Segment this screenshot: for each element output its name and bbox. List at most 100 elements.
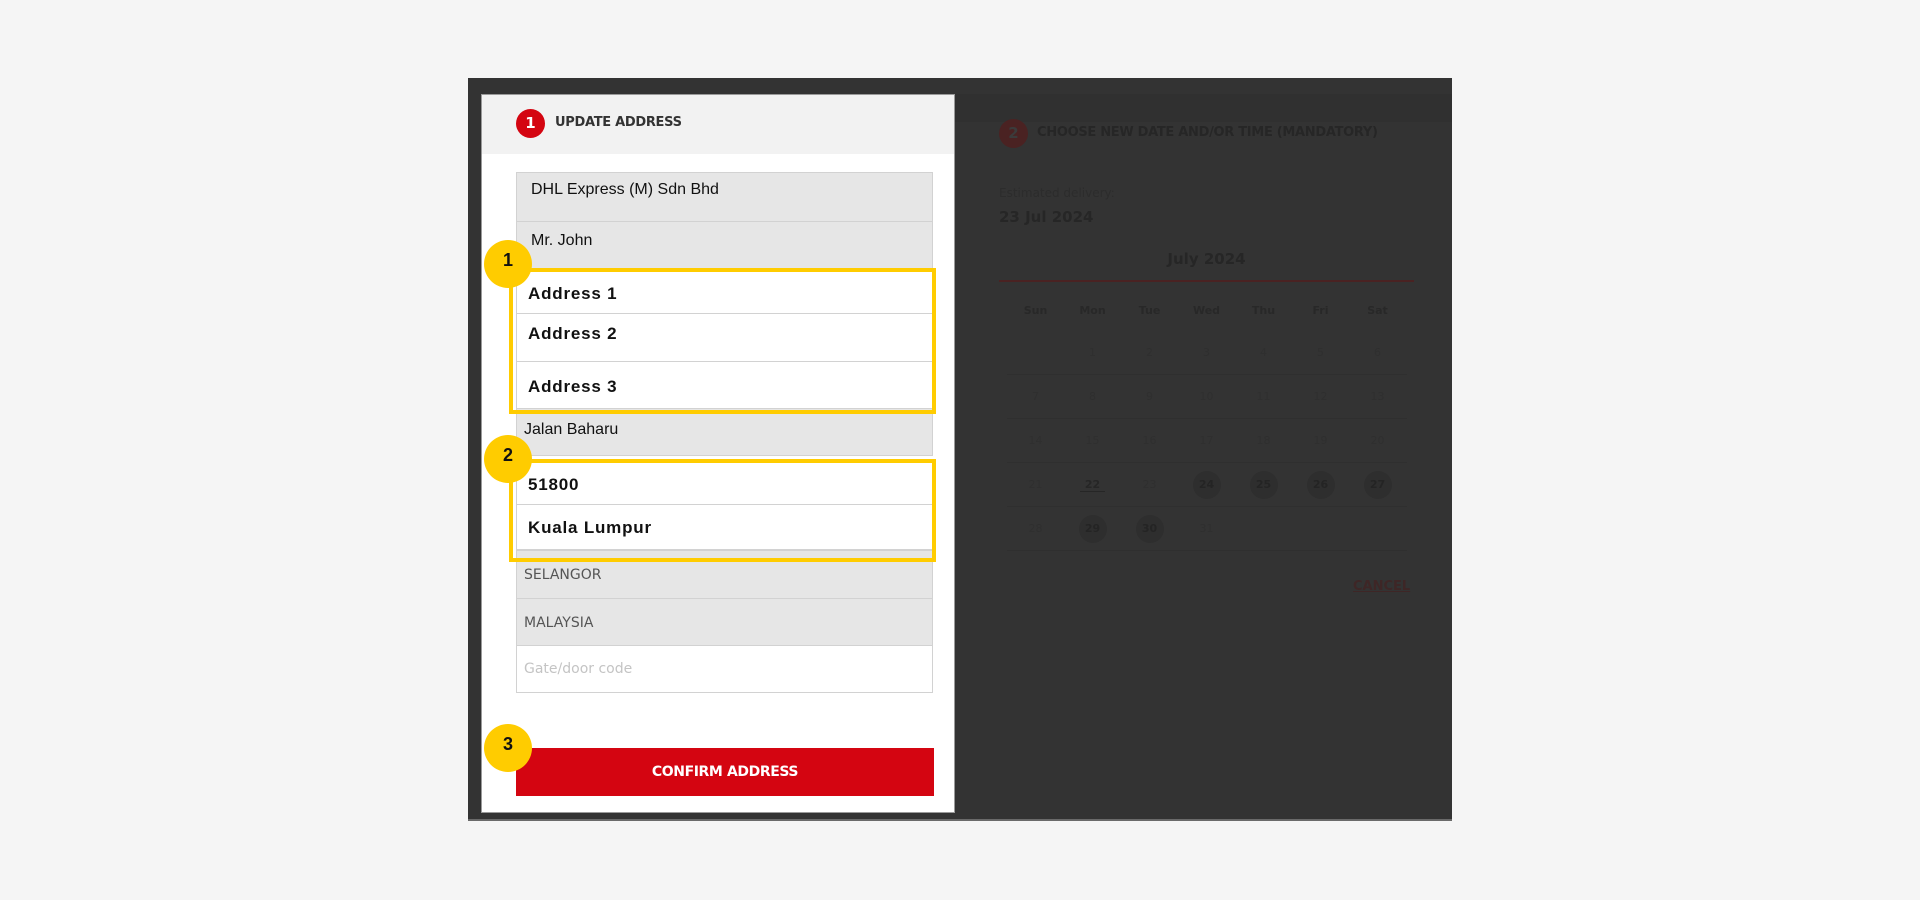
calendar-day[interactable]: 26 bbox=[1292, 470, 1349, 499]
calendar-day: 20 bbox=[1349, 427, 1406, 455]
calendar-day: 6 bbox=[1349, 339, 1406, 367]
calendar-day-number: 21 bbox=[1028, 477, 1043, 491]
step-number-badge: 1 bbox=[516, 109, 545, 138]
confirm-address-button[interactable]: CONFIRM ADDRESS bbox=[516, 748, 934, 796]
panel-title: CHOOSE NEW DATE AND/OR TIME (MANDATORY) bbox=[1037, 125, 1378, 140]
weekday-label: Mon bbox=[1079, 304, 1106, 317]
calendar-day-number: 6 bbox=[1374, 345, 1381, 359]
calendar-day[interactable]: 27 bbox=[1349, 470, 1406, 499]
estimated-delivery-date: 23 Jul 2024 bbox=[999, 208, 1094, 226]
calendar-day-number: 10 bbox=[1199, 389, 1214, 403]
calendar-day-number: 28 bbox=[1028, 521, 1043, 535]
calendar-day-number: 8 bbox=[1089, 389, 1096, 403]
calendar-day-number: 20 bbox=[1370, 433, 1385, 447]
calendar-day: 9 bbox=[1121, 383, 1178, 411]
calendar-day: 8 bbox=[1064, 383, 1121, 411]
company-value: DHL Express (M) Sdn Bhd bbox=[531, 181, 719, 198]
panel-title: UPDATE ADDRESS bbox=[555, 115, 682, 130]
calendar-day-number: 19 bbox=[1313, 433, 1328, 447]
calendar-day: 13 bbox=[1349, 383, 1406, 411]
weekday-label: Thu bbox=[1251, 304, 1276, 317]
annotation-marker-3: 3 bbox=[484, 724, 532, 772]
calendar-day-number: 29 bbox=[1078, 514, 1107, 543]
cancel-link[interactable]: CANCEL bbox=[1353, 579, 1410, 594]
calendar-day-number: 15 bbox=[1085, 433, 1100, 447]
calendar-day: 5 bbox=[1292, 339, 1349, 367]
calendar-day-number: 4 bbox=[1260, 345, 1267, 359]
calendar-day-number: 7 bbox=[1032, 389, 1039, 403]
calendar-day[interactable]: 30 bbox=[1121, 514, 1178, 543]
weekday-label: Wed bbox=[1192, 304, 1221, 317]
calendar-empty-cell bbox=[1235, 515, 1292, 543]
calendar-day: 31 bbox=[1178, 515, 1235, 543]
calendar-week-row: 21 22 23 24 25 26 27 bbox=[1007, 463, 1407, 507]
country-value: MALAYSIA bbox=[524, 615, 594, 631]
calendar-day: 12 bbox=[1292, 383, 1349, 411]
annotation-marker-2: 2 bbox=[484, 435, 532, 483]
calendar-day-number: 2 bbox=[1146, 345, 1153, 359]
calendar-day-number: 18 bbox=[1256, 433, 1271, 447]
highlight-address-lines bbox=[509, 268, 936, 414]
calendar-day: 18 bbox=[1235, 427, 1292, 455]
calendar-week-row: 1 2 3 4 5 6 bbox=[1007, 331, 1407, 375]
calendar-day: 15 bbox=[1064, 427, 1121, 455]
calendar-divider bbox=[999, 280, 1414, 282]
calendar-day-number: 14 bbox=[1028, 433, 1043, 447]
calendar-day-number: 5 bbox=[1317, 345, 1324, 359]
calendar-weekday-header: Sun Mon Tue Wed Thu Fri Sat bbox=[1007, 304, 1407, 317]
state-value: SELANGOR bbox=[524, 567, 602, 583]
calendar-day-number: 11 bbox=[1256, 389, 1271, 403]
calendar-month-title: July 2024 bbox=[1167, 250, 1246, 268]
annotation-marker-1: 1 bbox=[484, 240, 532, 288]
calendar-week-row: 7 8 9 10 11 12 13 bbox=[1007, 375, 1407, 419]
calendar-day[interactable]: 29 bbox=[1064, 514, 1121, 543]
calendar-spacer bbox=[1007, 317, 1407, 331]
weekday-label: Sat bbox=[1367, 304, 1388, 317]
calendar-day-number: 22 bbox=[1079, 477, 1106, 492]
calendar-day-number: 26 bbox=[1306, 470, 1335, 499]
calendar-day-number: 3 bbox=[1203, 345, 1210, 359]
calendar-day: 4 bbox=[1235, 339, 1292, 367]
calendar-day-number: 30 bbox=[1135, 514, 1164, 543]
highlight-postcode-city bbox=[509, 459, 936, 562]
calendar-day: 23 bbox=[1121, 471, 1178, 499]
gate-code-input[interactable] bbox=[517, 646, 932, 692]
calendar-day: 19 bbox=[1292, 427, 1349, 455]
calendar-day: 1 bbox=[1064, 339, 1121, 367]
calendar-day-number: 23 bbox=[1142, 477, 1157, 491]
street-value: Jalan Baharu bbox=[524, 421, 619, 438]
calendar-day-number: 25 bbox=[1249, 470, 1278, 499]
calendar-day-number: 13 bbox=[1370, 389, 1385, 403]
calendar-day: 2 bbox=[1121, 339, 1178, 367]
calendar-day[interactable]: 24 bbox=[1178, 470, 1235, 499]
calendar-day: 28 bbox=[1007, 515, 1064, 543]
calendar-day-number: 24 bbox=[1192, 470, 1221, 499]
contact-field[interactable]: Mr. John bbox=[516, 221, 933, 271]
calendar-day-number: 16 bbox=[1142, 433, 1157, 447]
weekday-label: Tue bbox=[1138, 304, 1161, 317]
panel-header-strip bbox=[955, 94, 1452, 122]
weekday-label: Sun bbox=[1023, 304, 1048, 317]
calendar-empty-cell bbox=[1007, 339, 1064, 367]
calendar-day-number: 9 bbox=[1146, 389, 1153, 403]
calendar-day[interactable]: 25 bbox=[1235, 470, 1292, 499]
calendar-day-number: 31 bbox=[1199, 521, 1214, 535]
calendar-empty-cell bbox=[1292, 515, 1349, 543]
street-field[interactable]: Jalan Baharu bbox=[516, 408, 933, 456]
country-field[interactable]: MALAYSIA bbox=[516, 598, 933, 646]
estimated-delivery-label: Estimated delivery: bbox=[999, 186, 1115, 200]
choose-date-panel: 2 CHOOSE NEW DATE AND/OR TIME (MANDATORY… bbox=[955, 94, 1452, 813]
calendar-day: 11 bbox=[1235, 383, 1292, 411]
contact-value: Mr. John bbox=[531, 232, 593, 249]
gate-code-field[interactable] bbox=[516, 645, 933, 693]
calendar-grid: Sun Mon Tue Wed Thu Fri Sat 1 2 3 4 5 6 7 8 9 10 11 12 13 1… bbox=[1007, 304, 1407, 551]
company-field[interactable]: DHL Express (M) Sdn Bhd bbox=[516, 172, 933, 222]
calendar-day: 17 bbox=[1178, 427, 1235, 455]
calendar-day: 16 bbox=[1121, 427, 1178, 455]
calendar-day-number: 1 bbox=[1089, 345, 1096, 359]
calendar-day: 22 bbox=[1064, 471, 1121, 499]
calendar-week-row: 28 29 30 31 bbox=[1007, 507, 1407, 551]
update-address-panel: 1 UPDATE ADDRESS DHL Express (M) Sdn Bhd… bbox=[481, 94, 955, 813]
calendar-day-number: 17 bbox=[1199, 433, 1214, 447]
calendar-day: 3 bbox=[1178, 339, 1235, 367]
